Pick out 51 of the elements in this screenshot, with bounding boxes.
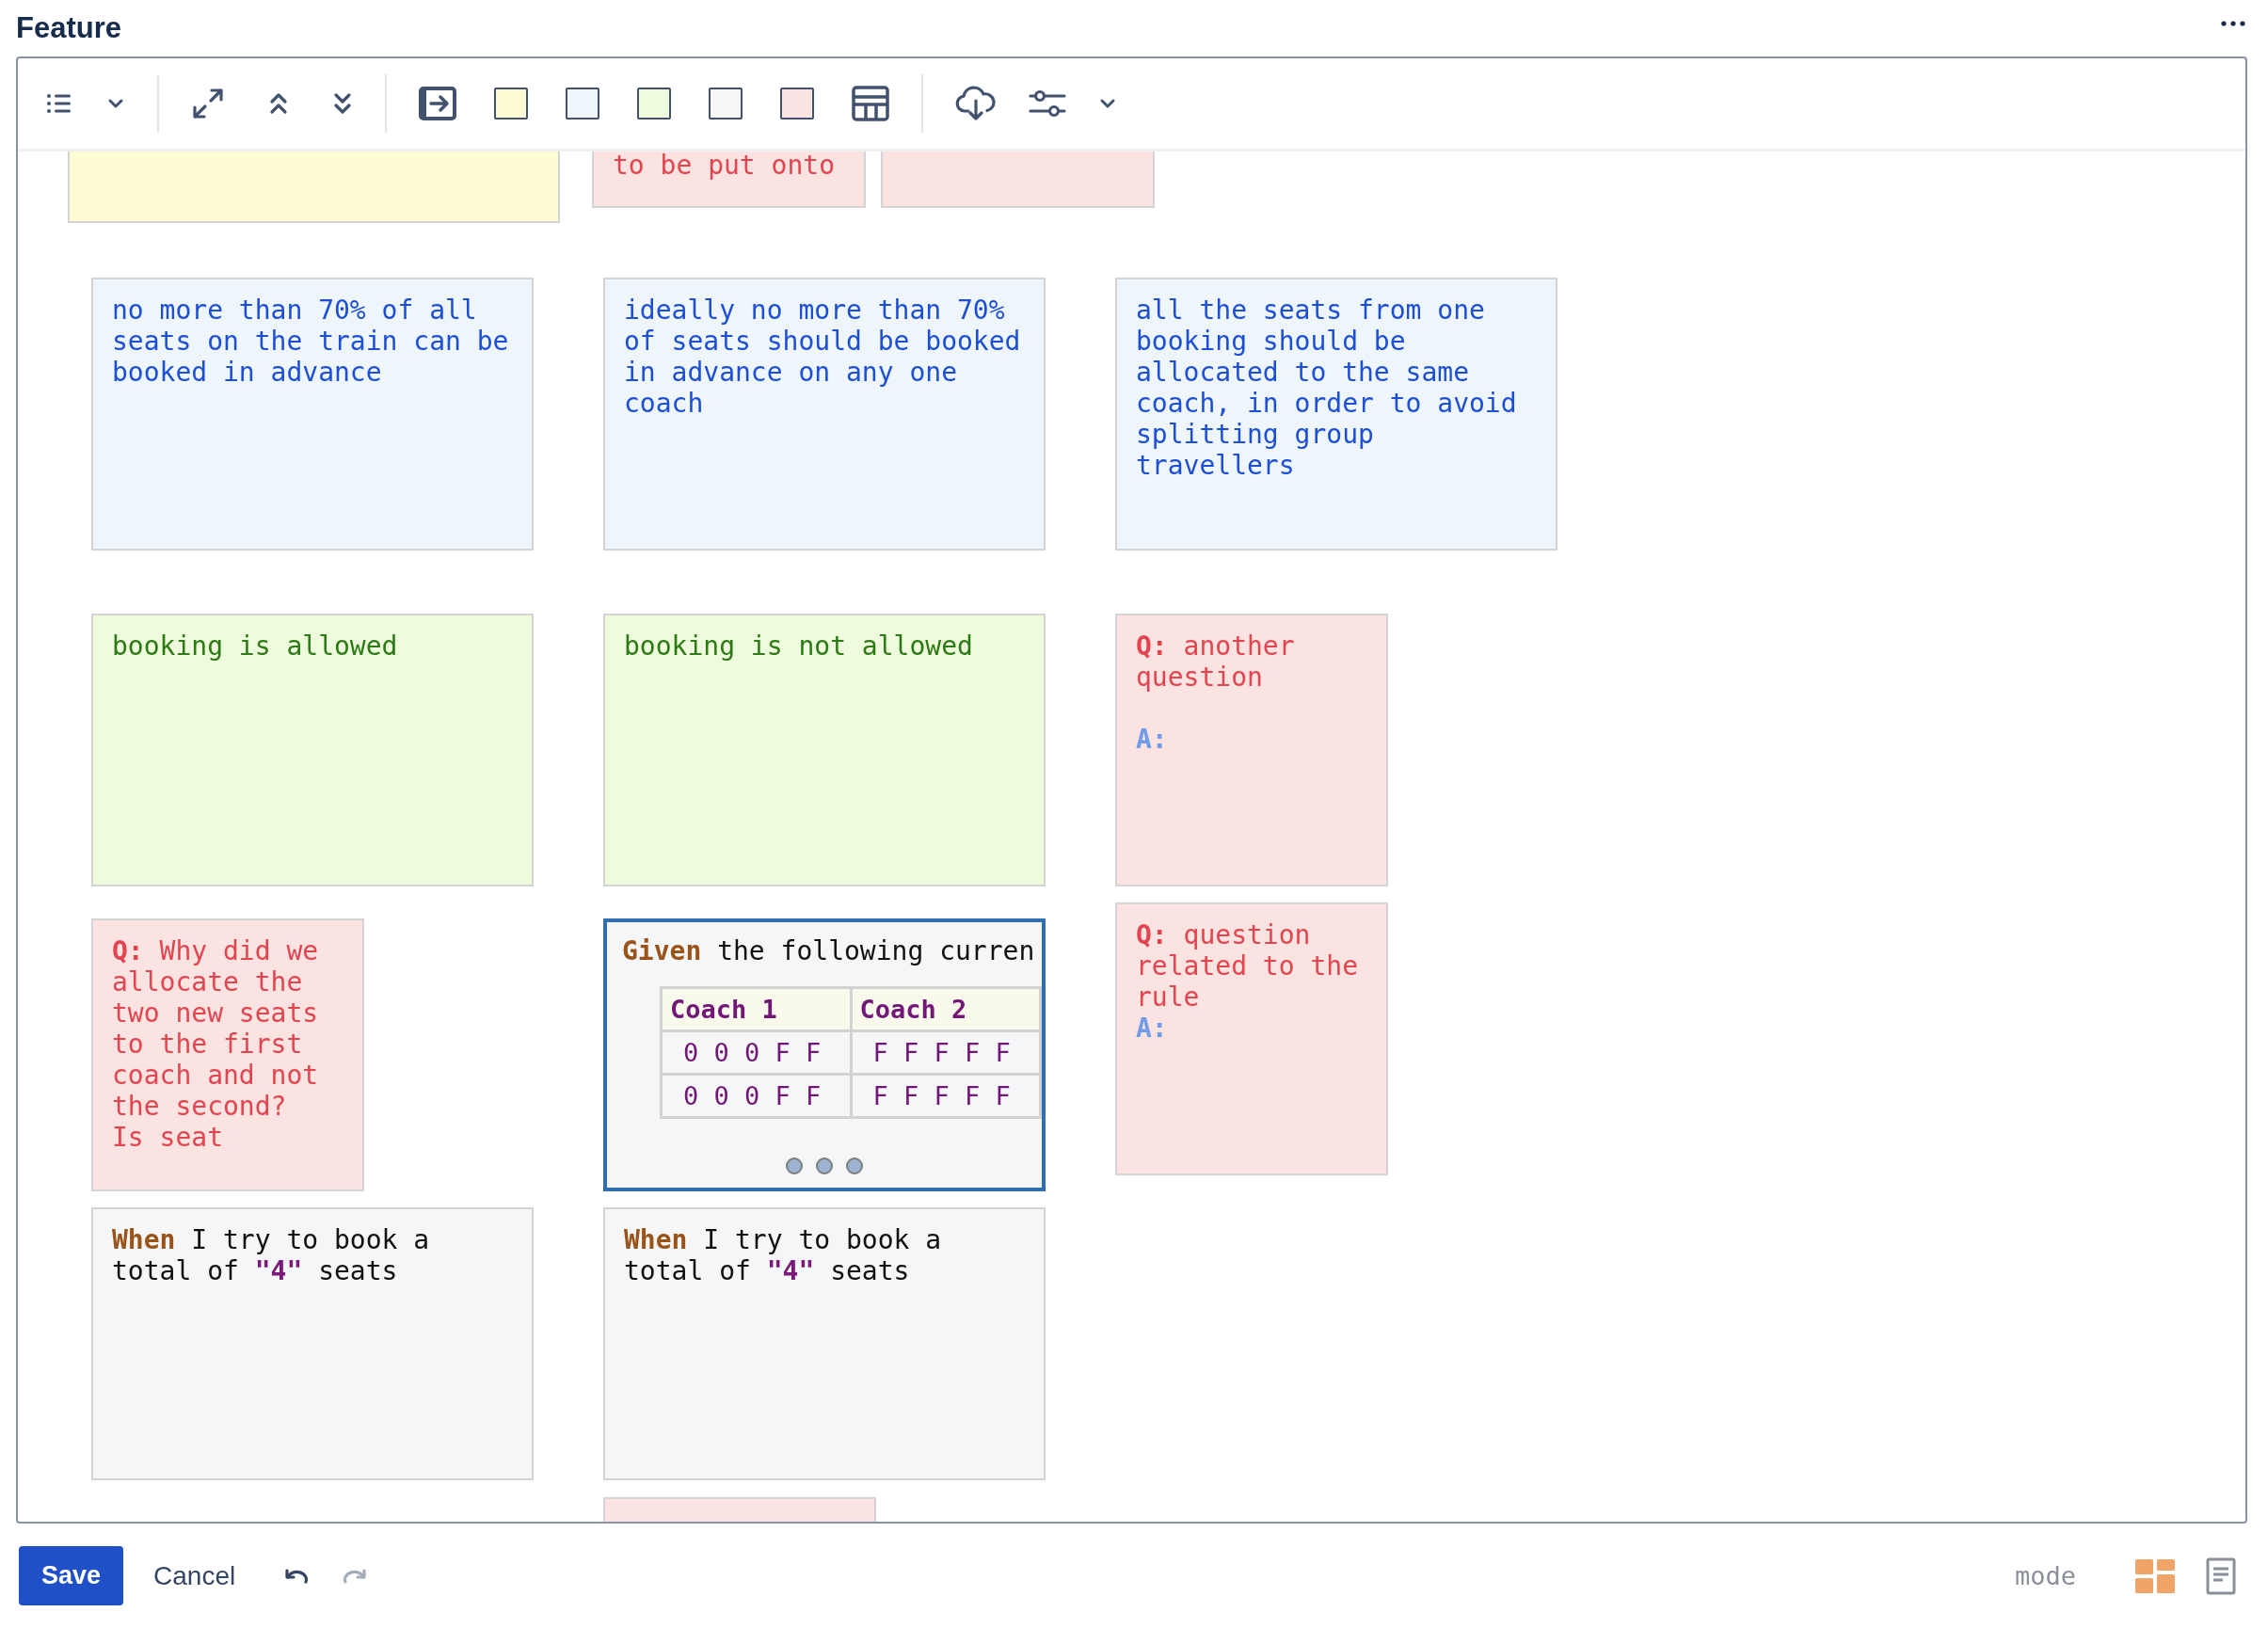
sticky-note[interactable]: booking is not allowed [603,614,1046,886]
sticky-note[interactable]: When I try to book a total of "4" seats [603,1207,1046,1480]
note-text: ideally no more than 70% of seats should be booked in advance on any one coach [624,295,1022,419]
sticky-note[interactable]: Q: question related to the rule A: [1115,902,1388,1175]
note-text: all the seats from one booking should be allocated to the same coach, in order to avoid splitting group travellers [1136,295,1518,481]
sticky-note[interactable]: ideally no more than 70% of seats should be booked in advance on any one coach [603,278,1046,551]
color-swatch[interactable] [709,88,743,120]
note-text: Q: another question A: [1136,630,1296,755]
color-swatch[interactable] [494,88,528,120]
sticky-note[interactable]: Q: Why did we allocate the two new seats to the first coach and not the second? Is seat [91,918,364,1191]
note-text: Q: Why did we allocate the two new seats to the first coach and not the second? Is seat [112,935,320,1153]
sticky-note[interactable]: Given the following curren Coach 1 Coach 2 0 0 0 F F F F F F F 0 0 0 F F F F F F F [603,918,1046,1191]
sticky-note[interactable]: Q: another question A: [1115,614,1388,886]
table-cell: F F F F F [851,1030,1041,1075]
sticky-note[interactable]: to be put onto [592,152,866,208]
list-icon[interactable] [46,92,72,115]
document-icon[interactable] [2206,1556,2236,1595]
sliders-icon[interactable] [1029,88,1066,119]
color-swatch[interactable] [637,88,671,120]
mode-label: mode [2014,1561,2076,1590]
note-text: booking is allowed [112,630,399,662]
arrow-in-box-icon[interactable] [419,87,456,120]
expand-icon[interactable] [191,87,225,120]
cancel-button[interactable]: Cancel [135,1553,255,1599]
note-text: to be put onto [613,152,836,181]
table-header: Coach 1 [661,987,851,1031]
sticky-note[interactable]: booking is allowed [91,614,534,886]
table-header: Coach 2 [851,987,1041,1031]
note-text: When I try to book a total of "4" seats [624,1224,943,1286]
note-text: When I try to book a total of "4" seats [112,1224,431,1286]
caret-icon[interactable] [106,97,125,110]
sticky-note[interactable]: all the seats from one booking should be allocated to the same coach, in order to avoid splitting group travellers [1115,278,1557,551]
sticky-note[interactable]: When I try to book a total of "4" seats [91,1207,534,1480]
color-swatch[interactable] [780,88,814,120]
note-text: no more than 70% of all seats on the train can be booked in advance [112,295,510,388]
table-cell: 0 0 0 F F [661,1030,851,1075]
note-text: Q: question related to the rule A: [1136,919,1359,1044]
chevrons-up-icon[interactable] [268,91,289,116]
table-cell: F F F F F [851,1074,1041,1118]
color-swatch[interactable] [566,88,599,120]
pager-dots-icon[interactable] [785,1157,864,1175]
note-text: Given the following curren [622,935,1036,966]
chevrons-down-icon[interactable] [332,91,353,116]
table-icon[interactable] [852,86,889,121]
note-text: booking is not allowed [624,630,974,662]
cloud-download-icon[interactable] [955,86,997,121]
sticky-note[interactable]: no more than 70% of all seats on the train can be booked in advance [91,278,534,551]
page-title: Feature [16,11,121,45]
table-cell: 0 0 0 F F [661,1074,851,1118]
save-button[interactable]: Save [19,1546,124,1605]
caret-icon[interactable] [1098,97,1117,110]
